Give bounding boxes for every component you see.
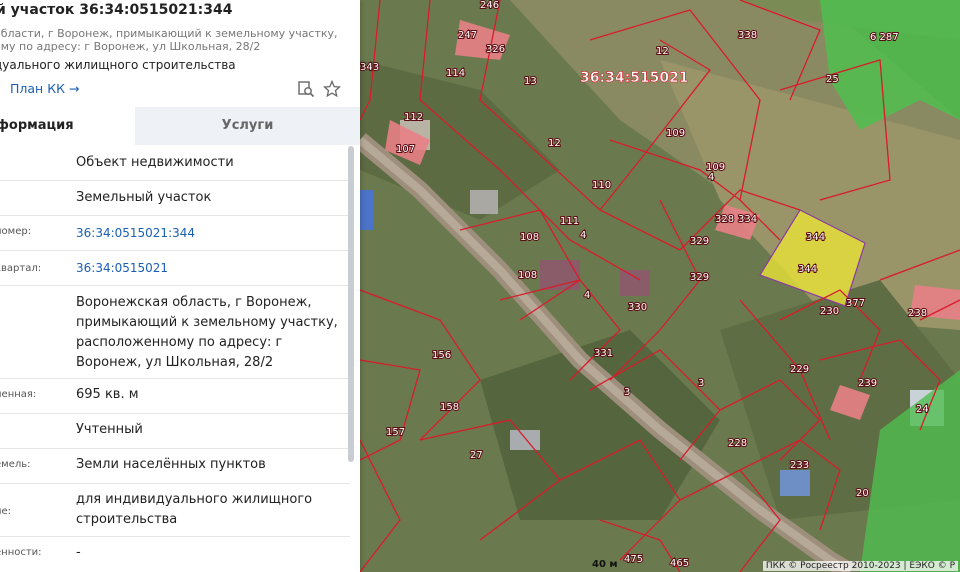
parcel-number-label: 108 (520, 232, 539, 243)
parcel-number-label: 156 (432, 350, 451, 361)
parcel-number-label: 4 (708, 172, 714, 183)
parcel-number-label: 326 (486, 44, 505, 55)
map-attribution: ПКК © Росреестр 2010-2023 | ЕЭКО © Р (762, 561, 958, 571)
parcel-number-label: 239 (858, 378, 877, 389)
row-value: Объект недвижимости (76, 155, 234, 170)
cadastral-quarter-label: 36:34:515021 (580, 70, 689, 86)
row-label: енности: (0, 547, 42, 558)
parcel-number-label: 229 (790, 364, 809, 375)
row-cadastral-quarter: квартал: 36:34:0515021 (0, 251, 350, 286)
parcel-number-label: 465 (670, 558, 689, 569)
row-label: ненная: (0, 389, 37, 400)
parcel-number-label: 158 (440, 402, 459, 413)
row-value: Учтенный (76, 422, 143, 437)
plan-kk-link[interactable]: План КК → (10, 81, 79, 96)
row-address: Воронежская область, г Воронеж, примыкаю… (0, 286, 350, 379)
parcel-number-label: 3 (698, 378, 704, 389)
row-kind: Земельный участок (0, 181, 350, 216)
parcel-number-label: 475 (624, 554, 643, 565)
row-status: Учтенный (0, 414, 350, 449)
subtitle-purpose: дуального жилищного строительства (0, 58, 236, 72)
parcel-number-label: 233 (790, 460, 809, 471)
parcel-number-label: 238 (908, 308, 927, 319)
star-icon[interactable] (322, 79, 342, 98)
parcel-number-label: 3 (624, 387, 630, 398)
parcel-number-label: 110 (592, 180, 611, 191)
parcel-number-label: 112 (404, 112, 423, 123)
row-area: ненная: 695 кв. м (0, 379, 350, 414)
parcel-number-label: 329 (690, 236, 709, 247)
parcel-number-label: 328 (715, 214, 734, 225)
row-cadastral-number: номер: 36:34:0515021:344 (0, 216, 350, 251)
parcel-number-label: 111 (560, 216, 579, 227)
cadastral-quarter-link[interactable]: 36:34:0515021 (76, 258, 341, 278)
parcel-number-label: 246 (480, 0, 499, 11)
parcel-number-label: 4 (580, 230, 586, 241)
row-value: Земельный участок (76, 190, 212, 205)
row-label: квартал: (0, 263, 42, 274)
parcel-number-label: 109 (666, 128, 685, 139)
row-label: ие: (0, 506, 12, 517)
parcel-number-label: 107 (396, 144, 415, 155)
row-value: 695 кв. м (76, 387, 139, 402)
parcel-number-label: 27 (470, 450, 483, 461)
parcel-number-label: 344 (798, 264, 817, 275)
panel-scrollbar[interactable] (348, 146, 354, 462)
parcel-number-label: 12 (656, 46, 669, 57)
row-value: для индивидуального жилищного строительс… (76, 492, 313, 527)
row-ownership: енности: - (0, 537, 350, 572)
parcel-number-label: 331 (594, 348, 613, 359)
map-scale: 40 м (592, 559, 618, 570)
row-land-category: емель: Земли населённых пунктов (0, 449, 350, 484)
parcel-number-label: 344 (806, 232, 825, 243)
parcel-number-label: 330 (628, 302, 647, 313)
row-value: Земли населённых пунктов (76, 457, 266, 472)
parcel-number-label: 377 (846, 298, 865, 309)
cadastral-number-link[interactable]: 36:34:0515021:344 (76, 223, 341, 243)
tab-information[interactable]: формация (0, 107, 135, 145)
parcel-number-label: 20 (856, 488, 869, 499)
row-permitted-use: ие: для индивидуального жилищного строит… (0, 484, 350, 537)
row-value: - (76, 545, 81, 560)
info-panel: й участок 36:34:0515021:344 области, г В… (0, 0, 360, 572)
parcel-number-label: 343 (360, 62, 379, 73)
row-label: емель: (0, 459, 31, 470)
parcel-number-label: 108 (518, 270, 537, 281)
cadastral-map[interactable]: 246 247 326 338 6 287 25 114 13 12 343 112 107 109 12… (360, 0, 960, 572)
parcel-number-label: 334 (738, 214, 757, 225)
tab-services[interactable]: Услуги (135, 107, 360, 145)
row-label: номер: (0, 226, 32, 237)
parcel-number-label: 329 (690, 272, 709, 283)
row-object-type: Объект недвижимости (0, 146, 350, 181)
tab-bar: формация Услуги (0, 107, 360, 145)
map-canvas[interactable]: 246247326338 6 28725114131234311210710912… (360, 0, 960, 572)
parcel-number-label: 338 (738, 30, 757, 41)
parcel-number-label: 157 (386, 427, 405, 438)
parcel-number-label: 24 (916, 404, 929, 415)
parcel-number-label: 4 (584, 290, 590, 301)
parcel-number-label: 12 (548, 138, 561, 149)
parcel-number-label: 13 (524, 76, 537, 87)
parcel-number-label: 247 (458, 30, 477, 41)
parcel-number-label: 25 (826, 74, 839, 85)
page-title: й участок 36:34:0515021:344 (0, 2, 233, 18)
parcel-number-label: 6 287 (870, 32, 899, 43)
subtitle-address: области, г Воронеж, примыкающий к земель… (0, 27, 338, 53)
parcel-number-label: 228 (728, 438, 747, 449)
search-map-icon[interactable] (297, 80, 315, 98)
parcel-number-label: 230 (820, 306, 839, 317)
row-value: Воронежская область, г Воронеж, примыкаю… (76, 295, 338, 370)
parcel-number-label: 114 (446, 68, 465, 79)
